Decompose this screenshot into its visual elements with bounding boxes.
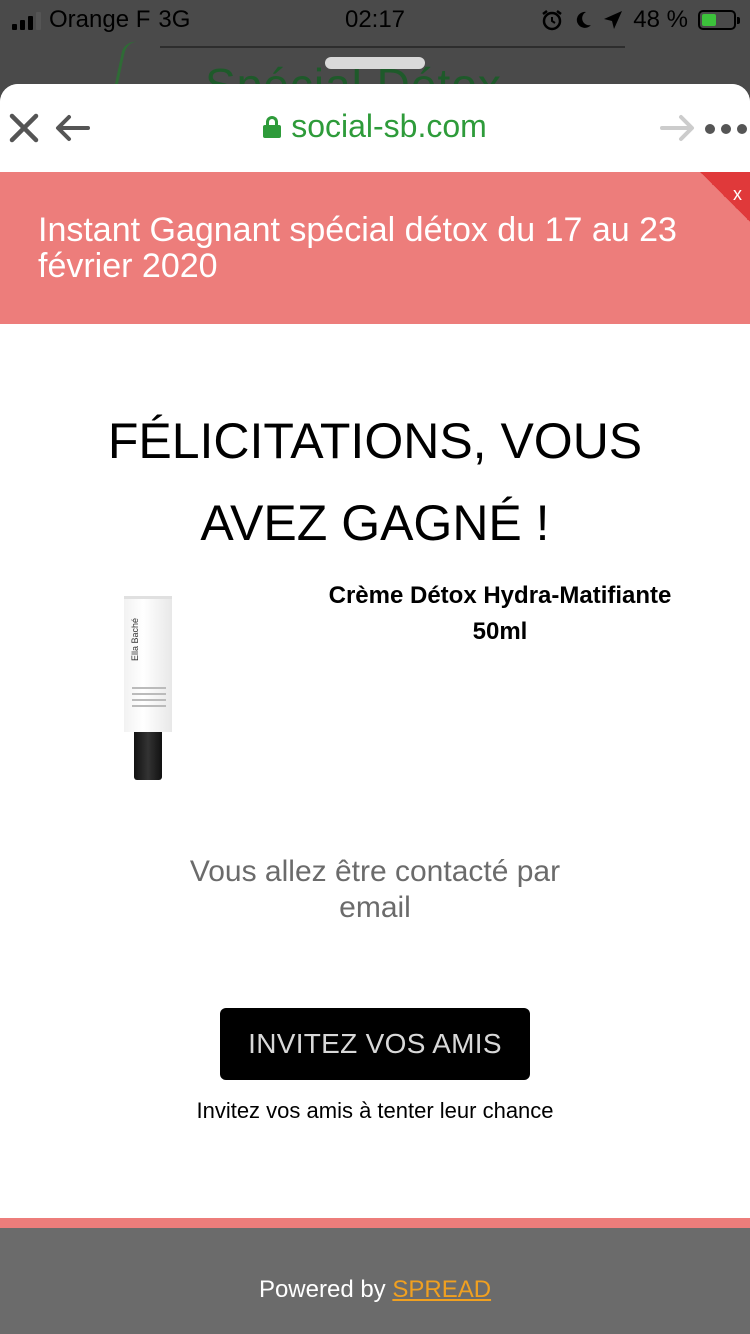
banner-close-button[interactable]: x	[700, 172, 750, 222]
battery-icon	[698, 10, 740, 30]
contact-message: Vous allez être contacté par email	[189, 855, 561, 924]
status-icons: 48 %	[541, 6, 740, 34]
url-display[interactable]: social-sb.com	[0, 108, 750, 145]
banner-close-label: x	[733, 184, 742, 204]
moon-icon	[577, 11, 592, 28]
prize-product: Ella Baché Crème Détox Hydra-Matifiante …	[0, 564, 750, 854]
footer-stripe	[0, 1218, 750, 1228]
browser-sheet: social-sb.com Instant Gagnant spécial dé…	[0, 84, 750, 1334]
forward-arrow-icon[interactable]	[660, 114, 696, 142]
lock-icon	[263, 116, 282, 138]
product-brand: Ella Baché	[130, 617, 140, 661]
invite-friends-button[interactable]: INVITEZ VOS AMIS	[220, 1008, 530, 1080]
status-bar: Orange F 3G 02:17 48 %	[0, 0, 750, 40]
product-name: Crème Détox Hydra-Matifiante 50ml	[328, 582, 672, 645]
promo-banner: Instant Gagnant spécial détox du 17 au 2…	[0, 172, 750, 324]
spread-link[interactable]: SPREAD	[392, 1276, 491, 1303]
footer: Powered by SPREAD	[0, 1228, 750, 1334]
browser-toolbar: social-sb.com	[0, 84, 750, 172]
win-headline: FÉLICITATIONS, VOUS AVEZ GAGNÉ !	[107, 413, 643, 551]
alarm-icon	[542, 10, 563, 31]
more-icon[interactable]	[705, 124, 747, 134]
product-image: Ella Baché	[124, 596, 172, 780]
sheet-drag-handle[interactable]	[325, 57, 425, 69]
banner-text: Instant Gagnant spécial détox du 17 au 2…	[38, 211, 677, 285]
powered-by-label: Powered by	[258, 1276, 386, 1303]
invite-subtext: Invitez vos amis à tenter leur chance	[196, 1098, 554, 1123]
background-divider	[160, 46, 625, 48]
battery-percent: 48 %	[633, 6, 688, 33]
location-arrow-icon	[604, 11, 623, 29]
url-text: social-sb.com	[291, 108, 487, 144]
